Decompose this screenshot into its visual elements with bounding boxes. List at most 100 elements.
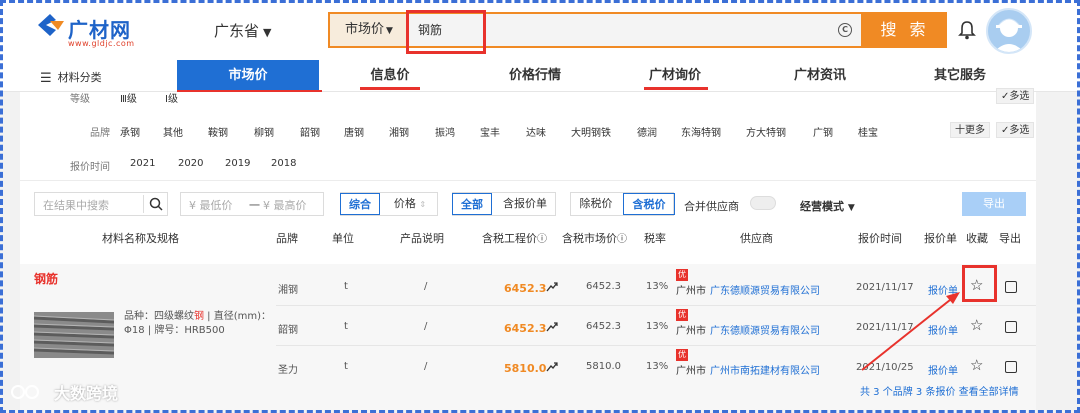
search-icon[interactable] — [149, 197, 163, 211]
brand-option[interactable]: 韶钢 — [300, 124, 320, 139]
brand-option[interactable]: 方大特钢 — [746, 124, 786, 139]
row-note: / — [424, 361, 428, 372]
tax-excluded[interactable]: 除税价 — [571, 193, 621, 215]
year-option[interactable]: 2018 — [271, 158, 296, 169]
result-search-input[interactable]: 在结果中搜索 — [43, 197, 109, 213]
supplier-link[interactable]: 广东德顺源贸易有限公司 — [710, 322, 820, 337]
spec-part: 品种：四级螺纹 — [124, 311, 194, 322]
multi-select-button[interactable]: ✓多选 — [996, 122, 1035, 138]
brand-option[interactable]: 唐钢 — [344, 124, 364, 139]
province-select[interactable]: 广东省 ▼ — [214, 20, 271, 41]
brand-option[interactable]: 东海特钢 — [681, 124, 721, 139]
product-name-link[interactable]: 钢筋 — [34, 270, 58, 287]
row-eng-price: 6452.3 — [504, 322, 547, 335]
col-header-eng-price[interactable]: 含税工程价ⓘ — [482, 230, 547, 246]
max-price-input[interactable]: ¥ 最高价 — [263, 197, 307, 213]
watermark-logo-icon — [11, 385, 39, 399]
sort-price[interactable]: 价格 ⇕ — [385, 193, 435, 215]
star-icon[interactable]: ☆ — [970, 318, 983, 333]
trend-icon[interactable] — [546, 362, 558, 372]
premium-badge: 优 — [676, 309, 688, 321]
brand-option[interactable]: 其他 — [163, 124, 183, 139]
rebar-image — [34, 312, 114, 358]
material-category-menu[interactable]: ☰ 材料分类 — [40, 69, 102, 86]
brand-option[interactable]: 德润 — [637, 124, 657, 139]
col-header-eng-price-label: 含税工程价 — [482, 232, 537, 245]
search-type-label: 市场价 — [345, 22, 385, 37]
export-button[interactable]: 导出 — [962, 192, 1026, 216]
row-note: / — [424, 281, 428, 292]
year-option[interactable]: 2021 — [130, 158, 155, 169]
supplier-city: 广州市 — [676, 326, 706, 337]
year-option[interactable]: 2019 — [225, 158, 250, 169]
premium-badge: 优 — [676, 269, 688, 281]
search-type-select[interactable]: 市场价 ▼ — [330, 14, 408, 46]
filter-label: 品牌 — [90, 128, 110, 139]
brand-option[interactable]: 桂宝 — [858, 124, 878, 139]
bell-icon[interactable] — [958, 20, 976, 40]
quote-link[interactable]: 报价单 — [928, 362, 958, 377]
export-checkbox[interactable] — [1005, 321, 1017, 333]
merge-supplier-toggle[interactable] — [750, 196, 776, 210]
divider — [143, 195, 144, 213]
multi-select-button[interactable]: ✓多选 — [996, 88, 1035, 104]
multi-select-label: 多选 — [1009, 91, 1030, 102]
col-header-name: 材料名称及规格 — [102, 232, 179, 245]
row-unit: t — [344, 361, 348, 372]
range-dash: 一 — [249, 199, 260, 212]
supplier-link[interactable]: 广东德顺源贸易有限公司 — [710, 282, 820, 297]
col-header-supplier: 供应商 — [740, 232, 773, 245]
year-option[interactable]: 2020 — [178, 158, 203, 169]
filter-option[interactable]: Ⅲ级 — [120, 90, 137, 105]
export-checkbox[interactable] — [1005, 361, 1017, 373]
col-header-mkt-price-label: 含税市场价 — [562, 232, 617, 245]
sort-comprehensive[interactable]: 综合 — [340, 193, 380, 215]
brand-option[interactable]: 湘钢 — [389, 124, 409, 139]
filter-with-quote[interactable]: 含报价单 — [495, 193, 555, 215]
search-button[interactable]: 搜 索 — [863, 12, 947, 48]
quote-link[interactable]: 报价单 — [928, 322, 958, 337]
row-brand: 湘钢 — [278, 285, 298, 296]
trend-icon[interactable] — [546, 282, 558, 292]
supplier-link[interactable]: 广州市南拓建材有限公司 — [710, 362, 820, 377]
brand-option[interactable]: 承钢 — [120, 124, 140, 139]
export-checkbox[interactable] — [1005, 281, 1017, 293]
header: 广材网 www.gldjc.com 广东省 ▼ 市场价 ▼ 钢筋 C 搜 索 — [0, 0, 1080, 60]
brand-option[interactable]: 宝丰 — [480, 124, 500, 139]
copyright-icon[interactable]: C — [838, 23, 852, 37]
col-header-date: 报价时间 — [858, 232, 902, 245]
more-brands-button[interactable]: 十更多 — [950, 122, 990, 138]
filter-option[interactable]: Ⅰ级 — [165, 90, 178, 105]
view-all-summary-link[interactable]: 共 3 个品牌 3 条报价 查看全部详情 — [860, 383, 1019, 398]
col-header-quote: 报价单 — [924, 232, 957, 245]
brand-option[interactable]: 振鸿 — [435, 124, 455, 139]
brand-option[interactable]: 达味 — [526, 124, 546, 139]
filter-all[interactable]: 全部 — [452, 193, 492, 215]
sort-price-label: 价格 — [393, 197, 416, 210]
filter-row-grade: 等级 Ⅲ级 Ⅰ级 ✓多选 — [20, 86, 1036, 116]
menu-icon: ☰ — [40, 70, 52, 86]
trend-icon[interactable] — [546, 322, 558, 332]
col-header-favorite: 收藏 — [966, 232, 988, 245]
min-price-input[interactable]: ¥ 最低价 — [189, 197, 233, 213]
brand-option[interactable]: 鞍钢 — [208, 124, 228, 139]
brand-option[interactable]: 广钢 — [813, 124, 833, 139]
col-header-mkt-price[interactable]: 含税市场价ⓘ — [562, 230, 627, 246]
brand-option[interactable]: 大明钢铁 — [571, 124, 611, 139]
site-logo[interactable]: 广材网 www.gldjc.com — [36, 12, 156, 52]
help-icon: ⓘ — [617, 234, 627, 245]
row-date: 2021/10/25 — [856, 362, 914, 373]
quote-filter-group: 全部 含报价单 — [452, 192, 556, 216]
supplier-city: 广州市 — [676, 286, 706, 297]
price-range-filter: ¥ 最低价 一 ¥ 最高价 — [180, 192, 324, 216]
quote-link[interactable]: 报价单 — [928, 282, 958, 297]
row-date: 2021/11/17 — [856, 282, 914, 293]
star-icon[interactable]: ☆ — [970, 358, 983, 373]
filter-label: 等级 — [70, 94, 90, 105]
avatar[interactable] — [986, 8, 1032, 54]
filter-row-time: 报价时间 2021 2020 2019 2018 — [20, 158, 1036, 188]
filter-row-brand: 品牌 承钢 其他 鞍钢 柳钢 韶钢 唐钢 湘钢 振鸿 宝丰 达味 大明钢铁 德润… — [20, 122, 1036, 152]
brand-option[interactable]: 柳钢 — [254, 124, 274, 139]
tax-included[interactable]: 含税价 — [623, 193, 675, 215]
business-mode-select[interactable]: 经营模式 ▼ — [800, 198, 855, 214]
